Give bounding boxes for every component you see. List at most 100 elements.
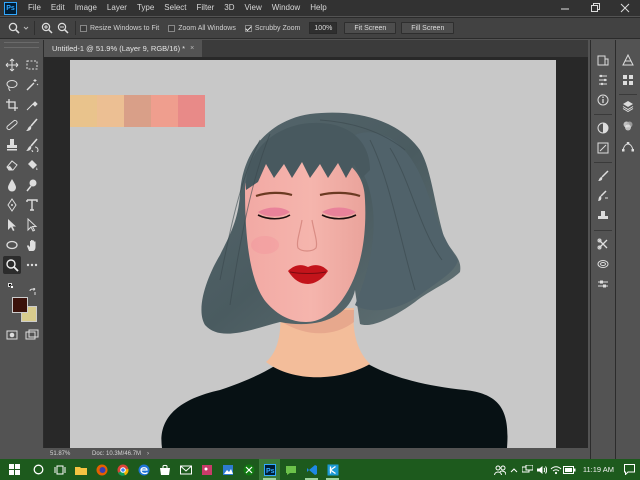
zoom-tool-preset-icon[interactable] bbox=[6, 20, 22, 36]
pasteboard[interactable] bbox=[44, 57, 588, 448]
menu-select[interactable]: Select bbox=[159, 0, 191, 16]
scrubby-zoom-checkbox[interactable]: Scrubby Zoom bbox=[244, 24, 300, 32]
zoom-all-windows-checkbox[interactable]: Zoom All Windows bbox=[168, 24, 236, 32]
direct-selection-tool-icon[interactable] bbox=[23, 216, 41, 234]
vscode-icon[interactable] bbox=[301, 459, 322, 480]
notifications-icon[interactable] bbox=[622, 459, 636, 480]
menu-image[interactable]: Image bbox=[70, 0, 102, 16]
task-view-icon[interactable] bbox=[49, 459, 70, 480]
minimize-icon[interactable] bbox=[550, 0, 580, 16]
path-selection-tool-icon[interactable] bbox=[3, 216, 21, 234]
crop-tool-icon[interactable] bbox=[3, 96, 21, 114]
paint-bucket-tool-icon[interactable] bbox=[23, 156, 41, 174]
blur-tool-icon[interactable] bbox=[3, 176, 21, 194]
close-tab-icon[interactable]: × bbox=[190, 40, 194, 57]
pen-tool-icon[interactable] bbox=[3, 196, 21, 214]
timeline-panel-icon[interactable] bbox=[594, 276, 612, 292]
close-icon[interactable] bbox=[610, 0, 640, 16]
color-panel-icon[interactable] bbox=[619, 52, 637, 68]
fill-screen-button[interactable]: Fill Screen bbox=[401, 22, 455, 34]
hand-tool-icon[interactable] bbox=[23, 236, 41, 254]
menu-type[interactable]: Type bbox=[132, 0, 159, 16]
photos-icon[interactable] bbox=[217, 459, 238, 480]
chrome-icon[interactable] bbox=[112, 459, 133, 480]
messaging-icon[interactable] bbox=[280, 459, 301, 480]
clone-source-panel-icon[interactable] bbox=[594, 208, 612, 224]
volume-icon[interactable] bbox=[535, 459, 549, 480]
layers-panel-icon[interactable] bbox=[619, 98, 637, 114]
foreground-color-swatch[interactable] bbox=[12, 297, 28, 313]
menu-3d[interactable]: 3D bbox=[219, 0, 239, 16]
adjustments-panel-icon[interactable] bbox=[594, 120, 612, 136]
menu-filter[interactable]: Filter bbox=[192, 0, 220, 16]
zoom-value-field[interactable]: 100% bbox=[309, 22, 338, 34]
brush-settings-panel-icon[interactable] bbox=[594, 168, 612, 184]
screen-mode-icon[interactable] bbox=[23, 326, 41, 344]
move-tool-icon[interactable] bbox=[3, 56, 21, 74]
checkbox-box[interactable] bbox=[80, 24, 87, 32]
eyedropper-tool-icon[interactable] bbox=[23, 96, 41, 114]
panel-grip[interactable] bbox=[4, 42, 39, 48]
document-canvas[interactable] bbox=[70, 60, 556, 448]
checkbox-box[interactable] bbox=[168, 24, 176, 32]
people-icon[interactable] bbox=[493, 459, 507, 480]
lasso-tool-icon[interactable] bbox=[3, 76, 21, 94]
history-brush-tool-icon[interactable] bbox=[23, 136, 41, 154]
firefox-icon[interactable] bbox=[91, 459, 112, 480]
properties-panel-icon[interactable] bbox=[594, 72, 612, 88]
search-icon[interactable] bbox=[28, 459, 49, 480]
resize-windows-checkbox[interactable]: Resize Windows to Fit bbox=[80, 24, 159, 32]
checkbox-box[interactable] bbox=[244, 24, 252, 32]
styles-panel-icon[interactable] bbox=[594, 140, 612, 156]
chevron-up-icon[interactable] bbox=[507, 459, 521, 480]
wifi-icon[interactable] bbox=[549, 459, 563, 480]
quick-mask-icon[interactable] bbox=[3, 326, 21, 344]
edge-icon[interactable] bbox=[133, 459, 154, 480]
zoom-in-icon[interactable] bbox=[39, 20, 55, 36]
status-menu-arrow[interactable]: › bbox=[147, 451, 149, 457]
status-zoom[interactable]: 51.87% bbox=[50, 451, 84, 457]
channels-panel-icon[interactable] bbox=[619, 118, 637, 134]
document-tab[interactable]: Untitled-1 @ 51.9% (Layer 9, RGB/16) * × bbox=[44, 40, 203, 57]
xbox-icon[interactable] bbox=[238, 459, 259, 480]
menu-file[interactable]: File bbox=[23, 0, 46, 16]
chevron-down-icon[interactable] bbox=[22, 20, 30, 36]
battery-icon[interactable] bbox=[563, 459, 577, 480]
photoshop-taskbar-icon[interactable]: Ps bbox=[259, 459, 280, 480]
eraser-tool-icon[interactable] bbox=[3, 156, 21, 174]
rectangle-tool-icon[interactable] bbox=[3, 236, 21, 254]
tool-presets-panel-icon[interactable] bbox=[594, 236, 612, 252]
menu-edit[interactable]: Edit bbox=[46, 0, 70, 16]
info-panel-icon[interactable] bbox=[594, 92, 612, 108]
more-tools-icon[interactable] bbox=[23, 256, 41, 274]
mail-icon[interactable] bbox=[175, 459, 196, 480]
dodge-tool-icon[interactable] bbox=[23, 176, 41, 194]
menu-view[interactable]: View bbox=[240, 0, 267, 16]
menu-help[interactable]: Help bbox=[305, 0, 331, 16]
healing-brush-tool-icon[interactable] bbox=[3, 116, 21, 134]
brushes-panel-icon[interactable] bbox=[594, 188, 612, 204]
fit-screen-button[interactable]: Fit Screen bbox=[344, 22, 397, 34]
menu-layer[interactable]: Layer bbox=[102, 0, 132, 16]
magic-wand-tool-icon[interactable] bbox=[23, 76, 41, 94]
clone-stamp-tool-icon[interactable] bbox=[3, 136, 21, 154]
restore-icon[interactable] bbox=[580, 0, 610, 16]
store-icon[interactable] bbox=[154, 459, 175, 480]
paint-app-icon[interactable] bbox=[196, 459, 217, 480]
clock-time[interactable]: 11:19 AM bbox=[583, 465, 614, 474]
default-colors-icon[interactable] bbox=[8, 283, 14, 289]
app-k-icon[interactable] bbox=[322, 459, 343, 480]
zoom-tool-icon[interactable] bbox=[3, 256, 21, 274]
menu-window[interactable]: Window bbox=[267, 0, 305, 16]
history-panel-icon[interactable] bbox=[594, 52, 612, 68]
windows-start-icon[interactable] bbox=[0, 459, 28, 480]
network-icon[interactable] bbox=[521, 459, 535, 480]
type-tool-icon[interactable] bbox=[23, 196, 41, 214]
marquee-tool-icon[interactable] bbox=[23, 56, 41, 74]
zoom-out-icon[interactable] bbox=[55, 20, 71, 36]
paths-panel-icon[interactable] bbox=[619, 138, 637, 154]
swap-colors-icon[interactable] bbox=[29, 283, 37, 295]
swatches-panel-icon[interactable] bbox=[619, 72, 637, 88]
file-explorer-icon[interactable] bbox=[70, 459, 91, 480]
brush-tool-icon[interactable] bbox=[23, 116, 41, 134]
